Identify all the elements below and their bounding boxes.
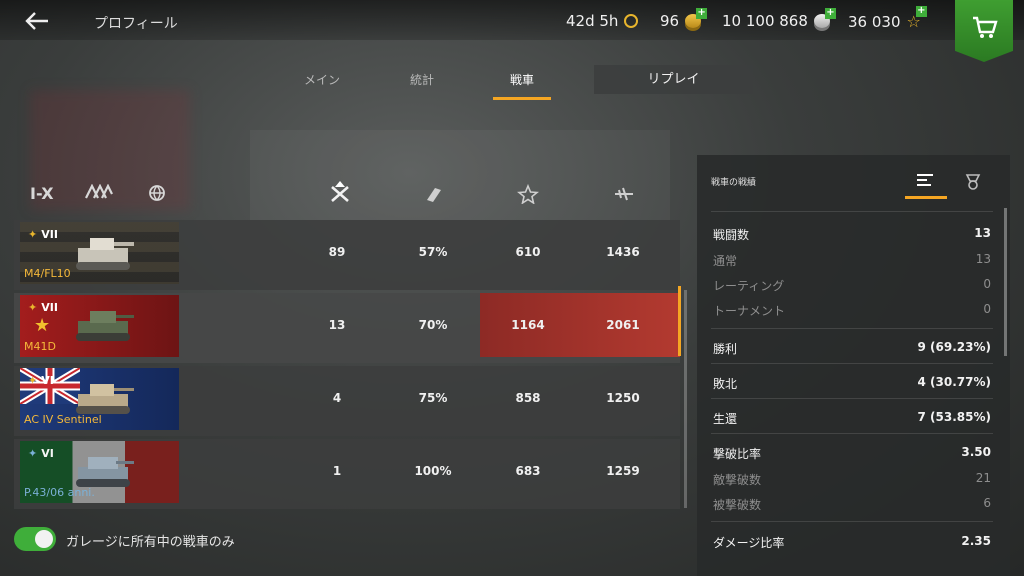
toggle-knob xyxy=(35,530,53,548)
tier-badge: ✦ VII xyxy=(28,228,58,241)
divider xyxy=(711,363,993,364)
free-xp-value: 36 030 xyxy=(848,12,901,31)
avg-xp-value: 683 xyxy=(515,464,541,478)
plus-icon: + xyxy=(824,7,836,19)
replay-button[interactable]: リプレイ xyxy=(594,65,753,94)
tank-thumbnail: ✦ VI AC IV Sentinel xyxy=(20,368,179,430)
avg-damage-value: 1250 xyxy=(606,391,640,405)
panel-tab-underline xyxy=(905,196,947,199)
globe-icon[interactable] xyxy=(148,184,166,206)
tank-name: AC IV Sentinel xyxy=(24,413,102,426)
top-bar: プロフィール 42d 5h 96 + 10 100 868 + 36 030 ☆… xyxy=(0,0,1024,62)
page-title: プロフィール xyxy=(94,16,178,32)
tank-row[interactable]: ✦ VII M4/FL10 89 57% 610 1436 xyxy=(14,220,680,290)
panel-title: 戦車の戦績 xyxy=(711,178,757,188)
back-arrow-icon[interactable] xyxy=(24,10,54,34)
tank-thumbnail: ✦ VII M4/FL10 xyxy=(20,222,179,284)
avg-damage-value: 2061 xyxy=(606,318,640,332)
tank-thumbnail: ★ ✦ VII M41D xyxy=(20,295,179,357)
tank-row[interactable]: ✦ VI P.43/06 anni. 1 100% 683 1259 xyxy=(14,439,680,509)
tank-image xyxy=(76,384,134,414)
tab-underline xyxy=(493,97,551,100)
battles-column-icon[interactable] xyxy=(328,184,352,204)
star-xp-icon: ☆ + xyxy=(906,5,927,31)
owned-only-label: ガレージに所有中の戦車のみ xyxy=(66,535,235,550)
owned-only-toggle[interactable] xyxy=(14,527,56,551)
gold-counter[interactable]: 96 + xyxy=(660,8,708,30)
winrate-value: 75% xyxy=(418,391,448,405)
tier-badge: ✦ VI xyxy=(28,447,54,460)
tier-filter[interactable]: I-X xyxy=(30,184,54,203)
panel-tab-medals[interactable] xyxy=(953,167,993,199)
tab-stats-label: 統計 xyxy=(409,73,434,87)
tank-list-scrollbar[interactable] xyxy=(684,290,687,508)
class-filter-icon[interactable] xyxy=(84,183,114,204)
tank-row[interactable]: ✦ VI AC IV Sentinel 4 75% 858 1250 xyxy=(14,366,680,436)
divider xyxy=(711,521,993,522)
battles-value: 89 xyxy=(328,245,346,259)
free-xp-counter[interactable]: 36 030 ☆ + xyxy=(848,5,927,31)
list-icon xyxy=(917,174,933,186)
avg-damage-value: 1259 xyxy=(606,464,640,478)
tab-tanks-label: 戦車 xyxy=(509,73,534,87)
avg-xp-value: 1164 xyxy=(511,318,545,332)
tank-stats-panel: 戦車の戦績 戦闘数 13 通常 13 レーティング 0 トーナメント 0 勝利 9 (69… xyxy=(697,155,1010,576)
avg-xp-value: 610 xyxy=(515,245,541,259)
gold-value: 96 xyxy=(660,12,680,30)
tank-thumbnail: ✦ VI P.43/06 anni. xyxy=(20,441,179,503)
cart-icon xyxy=(973,16,998,38)
credits-value: 10 100 868 xyxy=(722,12,808,30)
battles-value: 4 xyxy=(332,391,342,405)
tier-badge: ✦ VI xyxy=(28,374,54,387)
tab-tanks[interactable]: 戦車 xyxy=(493,64,551,100)
veteran-icon: ✦ xyxy=(28,447,38,460)
background-blur xyxy=(250,130,670,220)
winrate-column-icon[interactable] xyxy=(422,184,446,204)
tier-badge: ✦ VII xyxy=(28,301,58,314)
shop-button[interactable] xyxy=(955,0,1013,62)
plus-icon: + xyxy=(696,7,708,19)
tank-name: M4/FL10 xyxy=(24,267,71,280)
tank-name: M41D xyxy=(24,340,56,353)
gold-coin-icon: + xyxy=(685,8,708,28)
premium-timer[interactable]: 42d 5h xyxy=(566,12,639,30)
winrate-value: 70% xyxy=(418,318,448,332)
avg-damage-column-icon[interactable] xyxy=(612,184,636,204)
tank-image xyxy=(76,457,134,487)
china-flag-star-icon: ★ xyxy=(34,315,51,336)
tank-image xyxy=(76,311,134,341)
veteran-icon: ✦ xyxy=(28,228,38,241)
divider xyxy=(711,328,993,329)
divider xyxy=(711,398,993,399)
divider xyxy=(711,433,993,434)
medal-icon xyxy=(965,174,981,190)
tank-row-selected[interactable]: ★ ✦ VII M41D 13 70% 1164 2061 xyxy=(14,293,680,363)
tab-stats[interactable]: 統計 xyxy=(402,64,442,100)
avg-damage-value: 1436 xyxy=(606,245,640,259)
winrate-value: 100% xyxy=(414,464,452,478)
plus-icon: + xyxy=(915,5,927,17)
avg-xp-star-icon[interactable] xyxy=(516,183,540,205)
selection-indicator xyxy=(678,286,681,356)
tab-main-label: メイン xyxy=(303,73,340,87)
panel-tab-list[interactable] xyxy=(905,167,947,199)
tank-name: P.43/06 anni. xyxy=(24,486,95,499)
winrate-value: 57% xyxy=(418,245,448,259)
tab-main[interactable]: メイン xyxy=(300,64,344,100)
veteran-icon: ✦ xyxy=(28,374,38,387)
divider xyxy=(711,211,993,212)
tank-image xyxy=(76,238,134,270)
silver-coin-icon: + xyxy=(813,8,836,28)
battles-value: 13 xyxy=(328,318,346,332)
veteran-icon: ✦ xyxy=(28,301,38,314)
premium-icon xyxy=(624,14,639,28)
battles-value: 1 xyxy=(332,464,342,478)
credits-counter[interactable]: 10 100 868 + xyxy=(722,8,836,30)
panel-scrollbar[interactable] xyxy=(1004,208,1007,356)
avg-xp-value: 858 xyxy=(515,391,541,405)
premium-time-label: 42d 5h xyxy=(566,12,619,30)
